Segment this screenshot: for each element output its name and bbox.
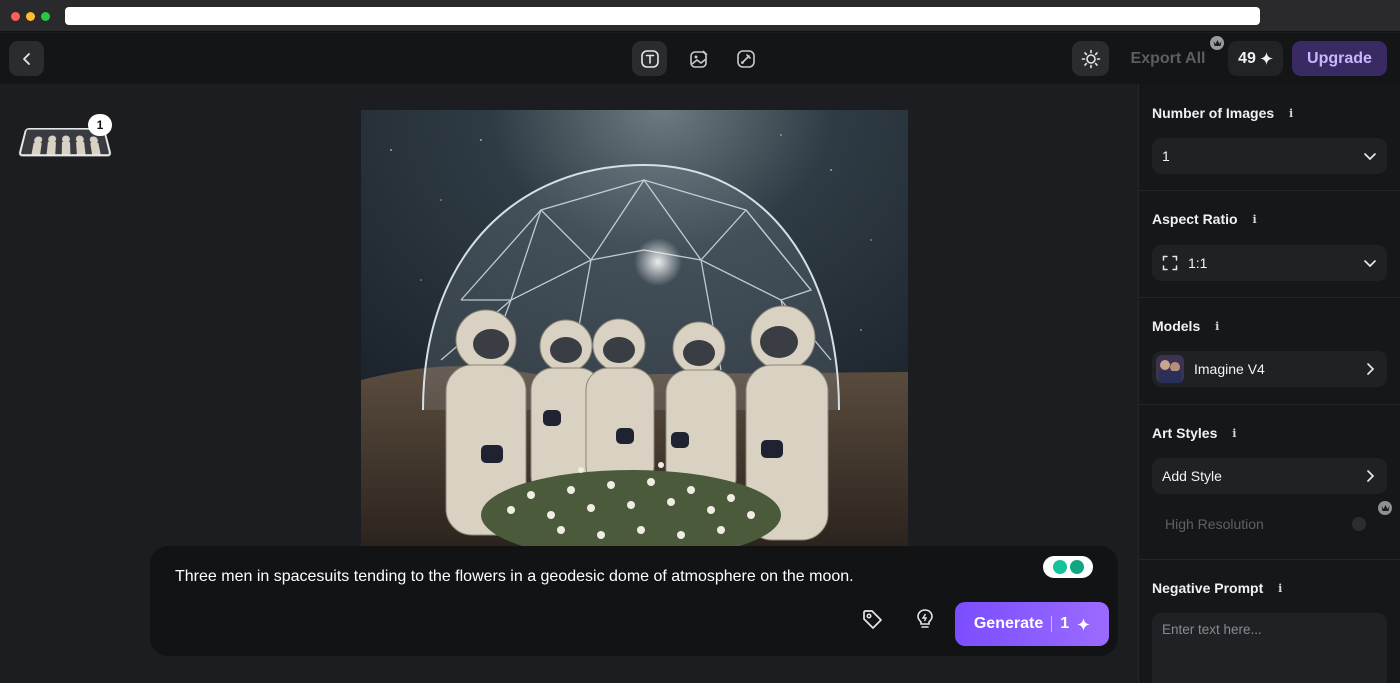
generate-cost: 1 <box>1060 615 1070 632</box>
aspect-ratio-select[interactable]: 1:1 <box>1152 245 1387 281</box>
upgrade-button[interactable]: Upgrade <box>1292 41 1387 76</box>
aspect-ratio-value: 1:1 <box>1188 255 1208 271</box>
expand-icon <box>1162 255 1178 271</box>
settings-panel: Number of Images i 1 Aspect Ratio i 1:1 … <box>1138 84 1400 683</box>
chevron-down-icon <box>1363 149 1377 163</box>
grammarly-icon[interactable] <box>1043 556 1093 578</box>
window-maximize-button[interactable] <box>41 12 50 21</box>
number-of-images-value: 1 <box>1162 148 1170 164</box>
high-resolution-toggle[interactable] <box>1352 517 1366 531</box>
export-all-button[interactable]: Export All <box>1118 41 1218 76</box>
models-section: Models i Imagine V4 <box>1139 298 1400 405</box>
back-icon <box>22 52 30 65</box>
browser-chrome <box>0 0 1400 32</box>
number-of-images-label: Number of Images i <box>1152 105 1298 121</box>
credits-count: 49 <box>1238 49 1256 67</box>
prompt-box: Three men in spacesuits tending to the f… <box>150 546 1118 656</box>
top-toolbar: Export All 49 Upgrade <box>0 33 1400 84</box>
brush-icon <box>736 49 755 68</box>
tag-icon <box>863 610 882 629</box>
window-minimize-button[interactable] <box>26 12 35 21</box>
window-close-button[interactable] <box>11 12 20 21</box>
text-to-image-tab[interactable] <box>632 41 667 76</box>
crown-icon <box>1378 501 1392 515</box>
model-thumbnail <box>1156 355 1184 383</box>
address-bar[interactable] <box>65 7 1260 25</box>
negative-prompt-section: Negative Prompt i Enter text here... <box>1139 560 1400 683</box>
add-style-label: Add Style <box>1162 468 1222 484</box>
chevron-right-icon <box>1363 362 1377 376</box>
art-styles-section: Art Styles i Add Style High Resolution <box>1139 405 1400 560</box>
sparkle-icon <box>1259 52 1273 65</box>
add-style-button[interactable]: Add Style <box>1152 458 1387 494</box>
model-select[interactable]: Imagine V4 <box>1152 351 1387 387</box>
number-of-images-section: Number of Images i 1 <box>1139 84 1400 191</box>
prompt-input[interactable]: Three men in spacesuits tending to the f… <box>175 568 854 586</box>
info-icon[interactable]: i <box>1248 212 1262 226</box>
thumbnail-count-badge: 1 <box>88 114 112 136</box>
sparkle-icon <box>1077 617 1091 631</box>
text-mode-icon <box>640 49 659 68</box>
crown-icon <box>1210 36 1224 50</box>
high-resolution-label: High Resolution <box>1165 516 1264 532</box>
canvas-area: 1 Three men in spacesuits tending to the… <box>0 84 1138 683</box>
chevron-down-icon <box>1363 256 1377 270</box>
image-edit-icon <box>689 49 708 68</box>
lightbulb-icon <box>917 609 933 628</box>
generate-label: Generate <box>973 615 1044 632</box>
aspect-ratio-section: Aspect Ratio i 1:1 <box>1139 191 1400 298</box>
info-icon[interactable]: i <box>1227 426 1241 440</box>
negative-prompt-label: Negative Prompt i <box>1152 580 1287 596</box>
generated-image[interactable] <box>361 110 908 550</box>
aspect-ratio-label: Aspect Ratio i <box>1152 211 1262 227</box>
info-icon[interactable]: i <box>1210 319 1224 333</box>
info-icon[interactable]: i <box>1284 106 1298 120</box>
style-tag-button[interactable] <box>857 604 887 634</box>
image-edit-tab[interactable] <box>681 41 716 76</box>
info-icon[interactable]: i <box>1273 581 1287 595</box>
generate-button[interactable]: Generate 1 <box>955 602 1109 646</box>
model-value: Imagine V4 <box>1194 361 1265 377</box>
prompt-ideas-button[interactable] <box>910 604 940 634</box>
art-styles-label: Art Styles i <box>1152 425 1241 441</box>
models-label: Models i <box>1152 318 1224 334</box>
generate-divider <box>1051 616 1053 632</box>
number-of-images-select[interactable]: 1 <box>1152 138 1387 174</box>
theme-toggle-button[interactable] <box>1072 41 1109 76</box>
credits-button[interactable]: 49 <box>1228 41 1283 76</box>
chevron-right-icon <box>1363 469 1377 483</box>
sun-icon <box>1081 49 1100 68</box>
back-button[interactable] <box>9 41 44 76</box>
negative-prompt-input[interactable]: Enter text here... <box>1152 613 1387 683</box>
brush-tab[interactable] <box>728 41 763 76</box>
